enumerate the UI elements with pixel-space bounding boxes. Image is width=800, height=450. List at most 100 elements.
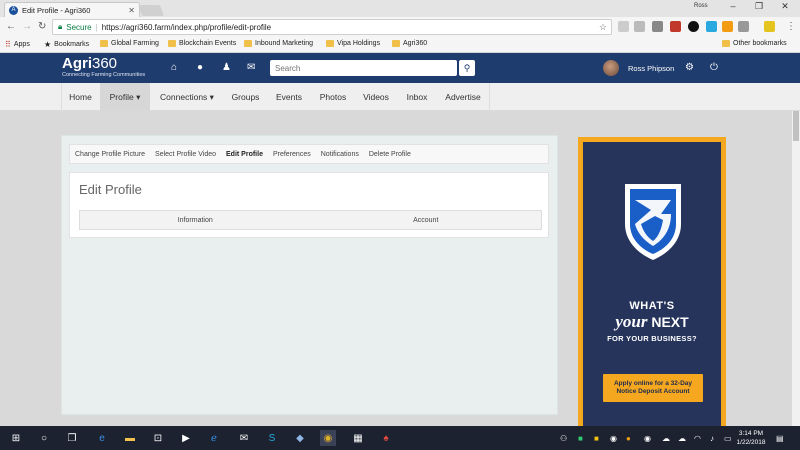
header-username[interactable]: Ross Phipson: [628, 64, 674, 73]
ad-headline-your: your: [615, 312, 648, 331]
agri360-favicon-icon: A: [9, 5, 18, 15]
taskbar-clock[interactable]: 3:14 PM 1/22/2018: [736, 429, 766, 447]
tray-app-icon[interactable]: ●: [626, 434, 631, 443]
extension-icon[interactable]: [634, 21, 645, 32]
nav-videos[interactable]: Videos: [355, 83, 397, 111]
tray-app-icon[interactable]: ◉: [610, 434, 617, 443]
settings-gear-icon[interactable]: ⚙: [685, 62, 694, 73]
avatar[interactable]: [603, 60, 619, 76]
back-icon[interactable]: ←: [6, 21, 16, 32]
new-tab-button[interactable]: [137, 5, 165, 16]
extension-icon[interactable]: [670, 21, 681, 32]
bookmark-bookmarks[interactable]: ★ Bookmarks: [44, 40, 89, 49]
nav-events[interactable]: Events: [267, 83, 311, 111]
file-explorer-icon[interactable]: ▬: [122, 430, 138, 446]
browser-user-badge[interactable]: Ross: [694, 3, 708, 9]
advertisement-banner[interactable]: WHAT'S your NEXT FOR YOUR BUSINESS? Appl…: [578, 137, 726, 430]
skype-icon[interactable]: S: [264, 430, 280, 446]
nav-connections[interactable]: Connections ▾: [150, 83, 224, 111]
globe-icon[interactable]: ●: [197, 62, 203, 73]
mail-icon[interactable]: ✉: [247, 62, 255, 73]
onedrive-icon[interactable]: ☁: [678, 434, 686, 443]
omnibox[interactable]: 🔒︎ Secure | https://agri360.farm /index.…: [52, 19, 612, 35]
browser-tab[interactable]: A Edit Profile - Agri360 ✕: [4, 2, 140, 17]
people-icon[interactable]: ⚇: [560, 434, 567, 443]
nav-profile[interactable]: Profile ▾: [100, 83, 150, 111]
app-icon[interactable]: ◆: [292, 430, 308, 446]
subnav-select-profile-video[interactable]: Select Profile Video: [150, 151, 221, 158]
store-icon[interactable]: ⊡: [150, 430, 166, 446]
extension-icon[interactable]: [618, 21, 629, 32]
extension-icon[interactable]: [722, 21, 733, 32]
bookmark-blockchain-events[interactable]: Blockchain Events: [168, 40, 236, 47]
bookmark-label: Vipa Holdings: [337, 40, 381, 47]
mail-icon[interactable]: ✉: [236, 430, 252, 446]
tab-information[interactable]: Information: [80, 211, 311, 229]
search-icon[interactable]: ○: [36, 430, 52, 446]
nav-advertise[interactable]: Advertise: [437, 83, 489, 111]
user-icon[interactable]: ♟: [222, 62, 231, 73]
battery-icon[interactable]: ▭: [724, 434, 732, 443]
bookmark-star-icon[interactable]: ☆: [599, 22, 607, 33]
tray-app-icon[interactable]: ■: [594, 434, 599, 443]
chrome-menu-icon[interactable]: ⋮: [786, 21, 796, 32]
nav-home[interactable]: Home: [62, 83, 99, 111]
maximize-icon[interactable]: ❐: [748, 1, 770, 12]
edge-icon[interactable]: e: [94, 430, 110, 446]
extension-icon[interactable]: [688, 21, 699, 32]
ad-cta-line1: Apply online for a 32-Day: [613, 380, 693, 387]
minimize-icon[interactable]: –: [722, 1, 744, 11]
other-bookmarks[interactable]: Other bookmarks: [722, 40, 787, 47]
bookmark-vipa-holdings[interactable]: Vipa Holdings: [326, 40, 380, 47]
nav-photos[interactable]: Photos: [312, 83, 354, 111]
bookmark-apps[interactable]: ⠿ Apps: [5, 40, 30, 49]
bookmark-inbound-marketing[interactable]: Inbound Marketing: [244, 40, 313, 47]
notifications-icon[interactable]: ▤: [776, 434, 784, 443]
extension-icon[interactable]: [764, 21, 775, 32]
task-view-icon[interactable]: ❐: [64, 430, 80, 446]
tab-title: Edit Profile - Agri360: [22, 5, 91, 15]
scrollbar-thumb[interactable]: [793, 111, 799, 141]
subnav-preferences[interactable]: Preferences: [268, 151, 316, 158]
extension-icon[interactable]: [706, 21, 717, 32]
bookmark-label: Apps: [13, 41, 30, 48]
windows-start-icon[interactable]: ⊞: [8, 430, 24, 446]
home-icon[interactable]: ⌂: [171, 62, 177, 73]
subnav-change-profile-picture[interactable]: Change Profile Picture: [70, 151, 150, 158]
ad-cta-button[interactable]: Apply online for a 32-Day Notice Deposit …: [603, 374, 703, 402]
acrobat-icon[interactable]: ♠: [378, 430, 394, 446]
tab-account[interactable]: Account: [311, 211, 542, 229]
tray-app-icon[interactable]: ■: [578, 434, 583, 443]
bookmark-agri360[interactable]: Agri360: [392, 40, 427, 47]
tray-app-icon[interactable]: ◉: [644, 434, 651, 443]
ad-headline-line3: FOR YOUR BUSINESS?: [607, 334, 697, 343]
close-tab-icon[interactable]: ✕: [128, 6, 135, 15]
cloud-icon[interactable]: ☁: [662, 434, 670, 443]
extension-icon[interactable]: [652, 21, 663, 32]
internet-explorer-icon[interactable]: ℯ: [206, 430, 222, 446]
clock-time: 3:14 PM: [738, 430, 764, 437]
bookmark-label: Global Farming: [111, 40, 159, 47]
subnav-edit-profile[interactable]: Edit Profile: [221, 151, 268, 158]
page-scrollbar[interactable]: [792, 111, 800, 426]
media-player-icon[interactable]: ▶: [178, 430, 194, 446]
nav-inbox[interactable]: Inbox: [398, 83, 436, 111]
wifi-icon[interactable]: ◠: [694, 434, 701, 443]
volume-icon[interactable]: ♪: [710, 434, 714, 443]
reload-icon[interactable]: ↻: [38, 21, 46, 32]
site-logo[interactable]: Agri360: [62, 56, 117, 71]
close-window-icon[interactable]: ✕: [774, 1, 796, 12]
bookmark-global-farming[interactable]: Global Farming: [100, 40, 159, 47]
ad-inner: WHAT'S your NEXT FOR YOUR BUSINESS? Appl…: [583, 142, 721, 430]
nav-groups[interactable]: Groups: [225, 83, 266, 111]
extension-icon[interactable]: [738, 21, 749, 32]
forward-icon[interactable]: →: [22, 21, 32, 32]
search-input[interactable]: [270, 60, 457, 76]
search-button[interactable]: ⚲: [459, 60, 475, 76]
chrome-icon[interactable]: ◉: [320, 430, 336, 446]
calculator-icon[interactable]: ▦: [350, 430, 366, 446]
power-icon[interactable]: ⏻: [710, 62, 718, 73]
subnav-notifications[interactable]: Notifications: [316, 151, 364, 158]
ad-headline-next: NEXT: [651, 314, 689, 330]
subnav-delete-profile[interactable]: Delete Profile: [364, 151, 416, 158]
